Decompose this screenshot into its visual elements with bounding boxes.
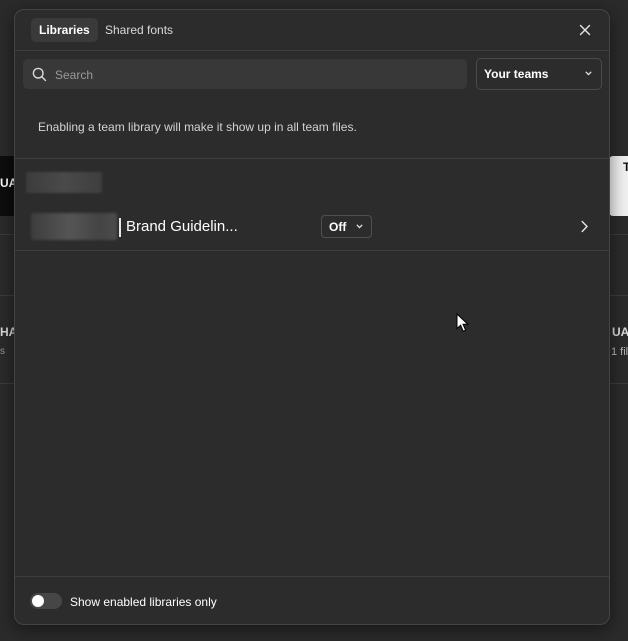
- background-divider: [610, 295, 628, 296]
- background-divider: [0, 295, 14, 296]
- background-divider: [610, 234, 628, 235]
- footer-divider: [15, 576, 609, 577]
- close-icon[interactable]: [577, 22, 593, 38]
- background-divider: [610, 383, 628, 384]
- library-info-text: Enabling a team library will make it sho…: [38, 120, 357, 134]
- chevron-down-icon: [585, 71, 592, 76]
- team-filter-label: Your teams: [484, 67, 549, 81]
- background-file-title-right: UA: [612, 325, 628, 339]
- background-divider: [0, 234, 14, 235]
- chevron-down-icon: [356, 224, 363, 229]
- show-enabled-only-toggle[interactable]: [30, 593, 62, 609]
- team-filter-dropdown[interactable]: Your teams: [476, 58, 602, 90]
- library-status-label: Off: [329, 220, 347, 234]
- background-file-sub-right: 1 file: [611, 346, 628, 358]
- library-row[interactable]: Brand Guidelin... Off: [15, 203, 609, 251]
- search-icon: [32, 67, 47, 82]
- tab-libraries[interactable]: Libraries: [31, 18, 98, 42]
- chevron-right-icon[interactable]: [580, 220, 589, 233]
- libraries-modal: Libraries Shared fonts Your teams Enabli…: [14, 9, 610, 625]
- mouse-cursor-icon: [456, 313, 470, 332]
- team-name-redacted: [26, 172, 102, 193]
- section-divider: [15, 158, 609, 159]
- toggle-knob: [32, 595, 44, 607]
- background-file-thumbnail-right: T: [609, 156, 628, 216]
- library-title-bar: [119, 218, 121, 237]
- background-divider: [0, 383, 14, 384]
- search-field: [23, 59, 467, 91]
- tab-shared-fonts[interactable]: Shared fonts: [97, 18, 181, 42]
- background-file-sub-left: s: [0, 346, 5, 357]
- library-thumbnail: [31, 213, 117, 240]
- show-enabled-only-label: Show enabled libraries only: [70, 595, 217, 609]
- modal-header: Libraries Shared fonts: [15, 10, 609, 51]
- library-name: Brand Guidelin...: [126, 218, 238, 235]
- search-input[interactable]: [53, 59, 457, 91]
- library-status-dropdown[interactable]: Off: [321, 215, 372, 238]
- row-divider: [15, 250, 609, 251]
